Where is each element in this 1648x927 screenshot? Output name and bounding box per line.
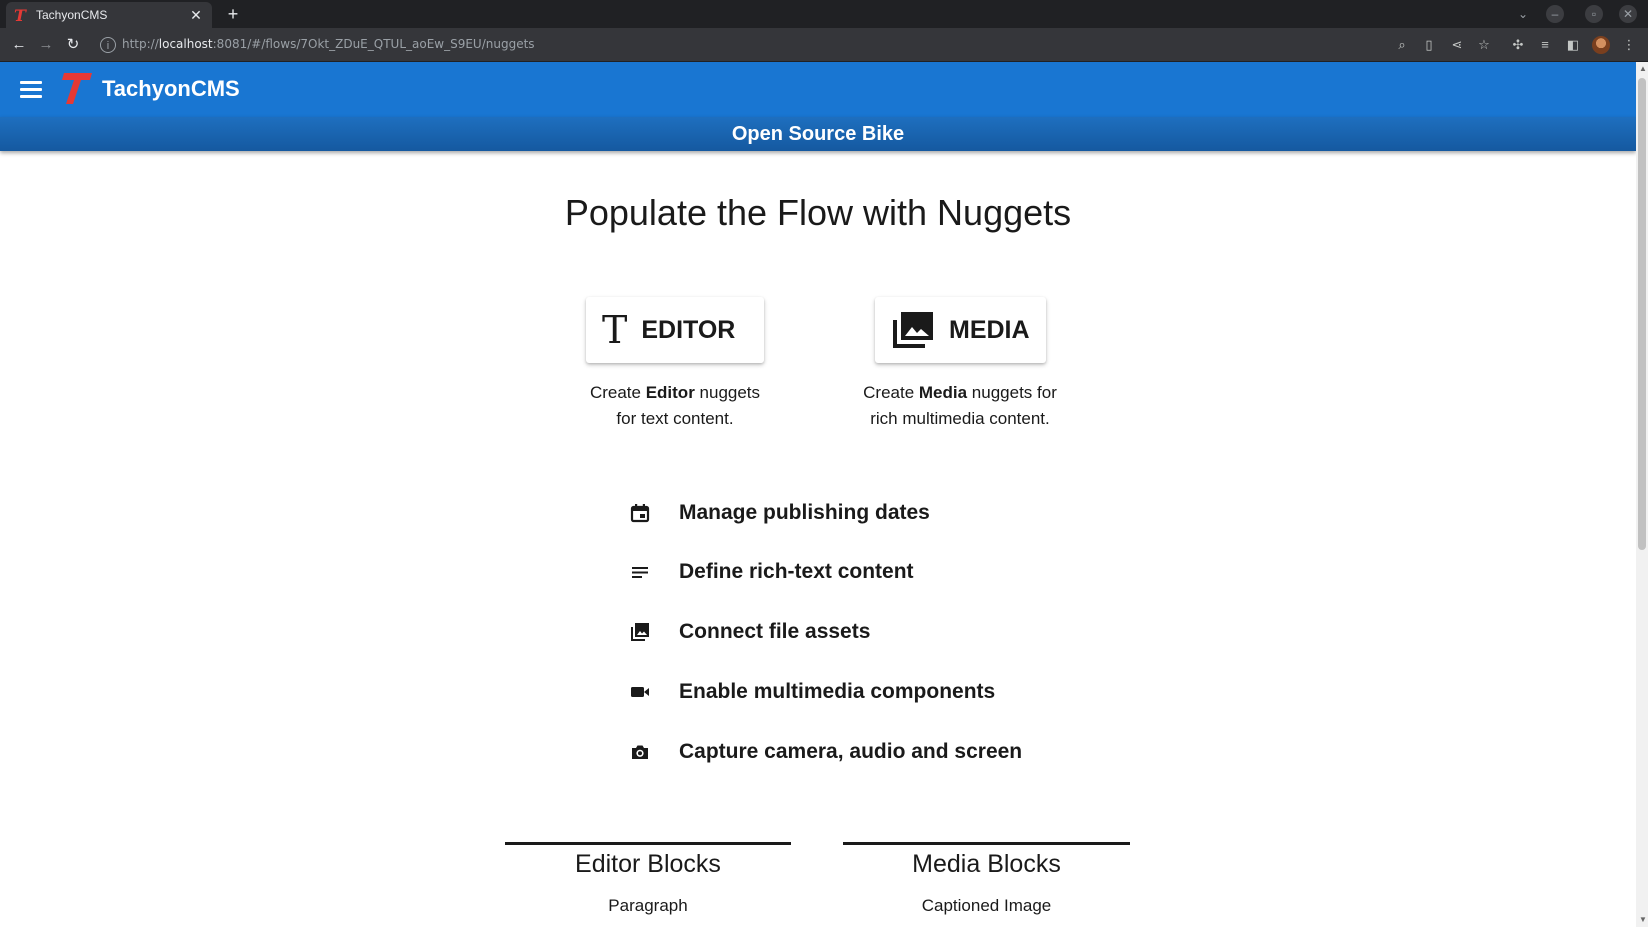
browser-tab-strip: T TachyonCMS ✕ + ⌄ – ▫ ✕ — [0, 0, 1648, 28]
close-window-button[interactable]: ✕ — [1619, 5, 1637, 23]
browser-tab[interactable]: T TachyonCMS ✕ — [6, 2, 212, 28]
feature-text: Enable multimedia components — [679, 680, 996, 703]
editor-button-label: EDITOR — [641, 315, 736, 344]
menu-hamburger-icon[interactable] — [20, 81, 42, 98]
media-nugget-button[interactable]: MEDIA — [875, 297, 1046, 363]
media-desc-prefix: Create — [863, 383, 919, 402]
editor-description: Create Editor nuggets for text content. — [565, 380, 785, 432]
notes-icon — [625, 557, 655, 587]
editor-blocks-title: Editor Blocks — [575, 850, 721, 878]
feature-text: Define rich-text content — [679, 560, 914, 583]
feature-item: Capture camera, audio and screen — [625, 737, 1022, 767]
feature-item: Enable multimedia components — [625, 677, 995, 707]
editor-nugget-button[interactable]: T EDITOR — [586, 297, 764, 363]
scrollbar-thumb[interactable] — [1638, 78, 1646, 550]
app-brand-title[interactable]: TachyonCMS — [102, 76, 240, 102]
editor-desc-suffix: nuggets — [694, 383, 761, 402]
site-info-icon[interactable]: i — [100, 37, 116, 53]
address-bar[interactable]: http://localhost:8081/#/flows/7Okt_ZDuE_… — [122, 37, 535, 51]
editor-desc-bold: Editor — [645, 383, 695, 402]
page-heading: Populate the Flow with Nuggets — [564, 192, 1072, 233]
new-tab-button[interactable]: + — [222, 3, 244, 25]
tab-search-icon[interactable]: ⌄ — [1514, 5, 1532, 23]
editor-desc-line2: for text content. — [616, 409, 734, 428]
camera-icon — [625, 737, 655, 767]
media-control-icon[interactable]: ≡ — [1535, 35, 1555, 55]
media-desc-bold: Media — [918, 383, 968, 402]
share-icon[interactable]: ⋖ — [1447, 35, 1467, 55]
forward-arrow-icon[interactable]: → — [35, 34, 57, 56]
tachyon-favicon-icon: T — [14, 5, 26, 25]
calendar-icon — [625, 498, 655, 528]
flow-title-bar: Open Source Bike — [0, 117, 1636, 151]
bookmark-star-icon[interactable]: ☆ — [1474, 35, 1494, 55]
minimize-button[interactable]: – — [1546, 5, 1564, 23]
media-desc-line2: rich multimedia content. — [870, 409, 1050, 428]
feature-text: Manage publishing dates — [679, 501, 930, 524]
url-host: localhost — [158, 37, 213, 51]
browser-menu-icon[interactable]: ⋮ — [1619, 35, 1639, 55]
feature-item: Connect file assets — [625, 617, 870, 647]
tab-title: TachyonCMS — [36, 8, 108, 22]
profile-avatar[interactable] — [1592, 36, 1610, 54]
feature-text: Connect file assets — [679, 620, 871, 643]
media-blocks-section: Media Blocks Captioned Image — [843, 842, 1130, 916]
reload-icon[interactable]: ↻ — [62, 34, 84, 56]
media-desc-suffix: nuggets for — [967, 383, 1057, 402]
video-camera-icon — [625, 677, 655, 707]
restore-button[interactable]: ▫ — [1585, 5, 1603, 23]
close-tab-icon[interactable]: ✕ — [188, 7, 204, 24]
install-app-icon[interactable]: ▯ — [1419, 35, 1439, 55]
media-block-item: Captioned Image — [921, 896, 1052, 915]
tachyon-logo-icon — [62, 73, 92, 104]
editor-blocks-section: Editor Blocks Paragraph — [505, 842, 791, 916]
flow-name: Open Source Bike — [731, 122, 905, 145]
text-format-icon: T — [602, 308, 628, 352]
media-button-label: MEDIA — [949, 315, 1030, 344]
zoom-icon[interactable]: ⌕ — [1392, 35, 1412, 55]
url-prefix: http:// — [122, 37, 159, 51]
app-header: TachyonCMS — [0, 62, 1636, 117]
side-panel-icon[interactable]: ◧ — [1563, 35, 1583, 55]
scroll-up-icon[interactable]: ▲ — [1639, 64, 1647, 73]
feature-text: Capture camera, audio and screen — [679, 740, 1023, 763]
media-blocks-title: Media Blocks — [912, 850, 1061, 878]
extensions-puzzle-icon[interactable]: ✣ — [1508, 35, 1528, 55]
photo-library-icon — [625, 617, 655, 647]
url-path: :8081/#/flows/7Okt_ZDuE_QTUL_aoEw_S9EU/n… — [212, 37, 535, 51]
photo-library-icon — [893, 312, 933, 348]
editor-desc-prefix: Create — [589, 383, 646, 402]
feature-item: Manage publishing dates — [625, 498, 930, 528]
feature-item: Define rich-text content — [625, 557, 914, 587]
browser-toolbar: ← → ↻ i http://localhost:8081/#/flows/7O… — [0, 28, 1648, 62]
media-description: Create Media nuggets for rich multimedia… — [845, 380, 1075, 432]
scroll-down-icon[interactable]: ▼ — [1639, 915, 1647, 924]
back-arrow-icon[interactable]: ← — [8, 34, 30, 56]
editor-block-item: Paragraph — [608, 896, 688, 915]
